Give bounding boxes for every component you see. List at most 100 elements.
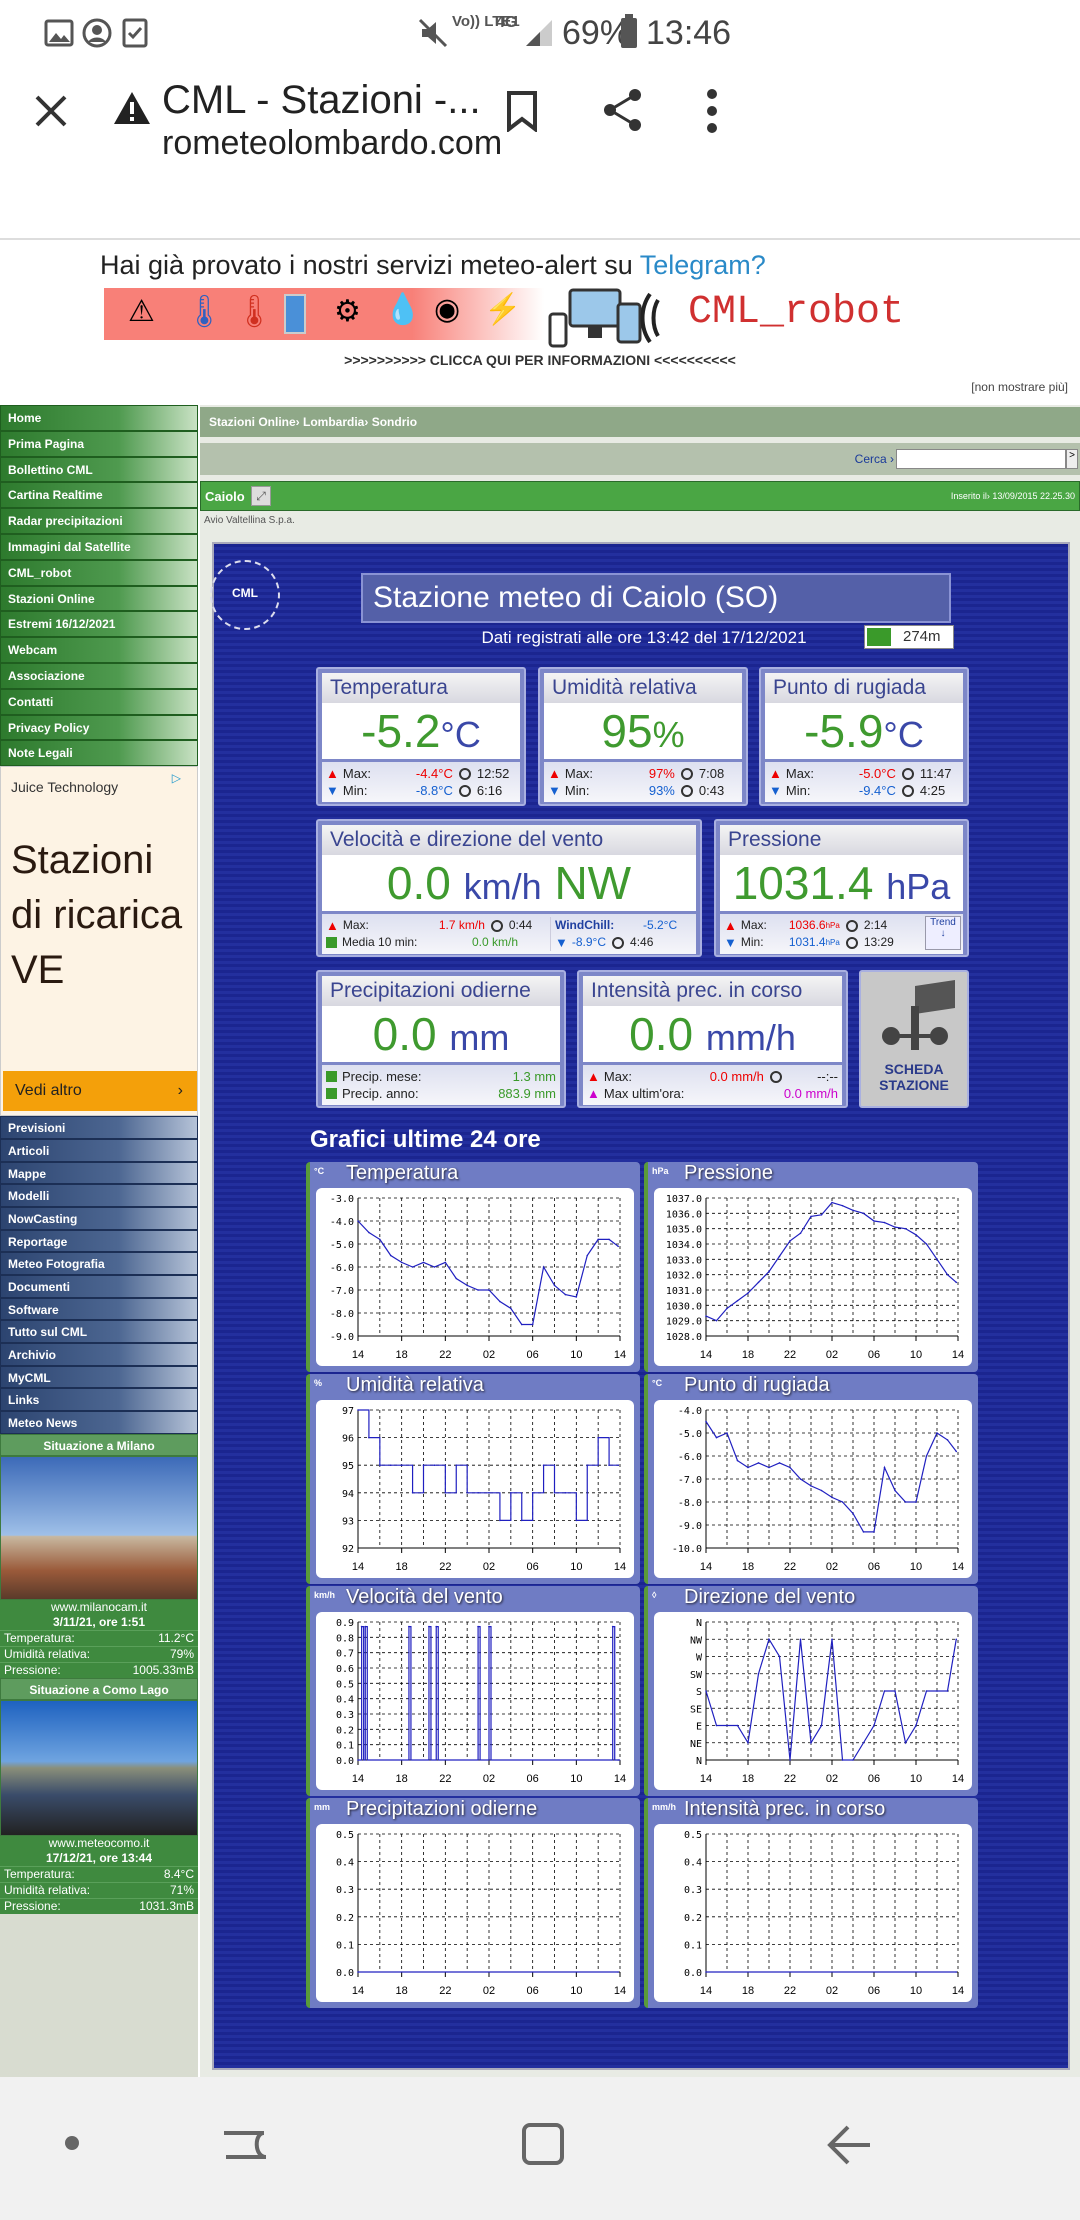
sidebar-item-tutto-sul-cml[interactable]: Tutto sul CML [0, 1320, 198, 1344]
close-icon[interactable] [34, 94, 68, 128]
data-point [455, 1464, 458, 1466]
chart-7: mm Precipitazioni odierne 0.5 0.4 0.3 0.2 0.1 0… [306, 1798, 640, 2008]
sidebar-nav-main: Home Prima Pagina Bollettino CML Cartina Re… [0, 405, 198, 767]
sidebar-item-webcam[interactable]: Webcam [0, 637, 198, 663]
x-tick-label: 02 [483, 1561, 495, 1573]
webcam-reading: Temperatura: 8.4°C [0, 1865, 198, 1882]
ad-choices-icon[interactable]: ▷ [172, 771, 181, 785]
sidebar-item-associazione[interactable]: Associazione [0, 662, 198, 689]
charts-title: Grafici ultime 24 ore [310, 1126, 541, 1153]
sidebar-item-estremi-16-12-2021[interactable]: Estremi 16/12/2021 [0, 611, 198, 638]
x-tick-label: 02 [826, 1773, 838, 1785]
sidebar-item-bollettino-cml[interactable]: Bollettino CML [0, 456, 198, 483]
breadcrumb-item[interactable]: Lombardia [303, 415, 364, 429]
clock-icon [612, 936, 625, 949]
warning-icon[interactable] [112, 90, 152, 126]
panel-label: Precipitazioni odierne [322, 976, 560, 1006]
chart-8: mm/h Intensità prec. in corso 0.5 0.4 0.3 0.2… [644, 1798, 978, 2008]
recents-icon[interactable] [220, 2123, 270, 2167]
panel-label: Velocità e direzione del vento [322, 825, 696, 855]
y-tick-label: 1030.0 [666, 1301, 702, 1312]
data-point [820, 1489, 823, 1492]
data-point [936, 1258, 938, 1261]
back-icon[interactable] [826, 2123, 872, 2167]
clock: 13:46 [646, 14, 732, 52]
breadcrumb-item[interactable]: Sondrio [372, 415, 417, 429]
webcam-image[interactable] [0, 1699, 198, 1836]
sidebar-item-previsioni[interactable]: Previsioni [0, 1116, 198, 1139]
webcam-site[interactable]: www.meteocomo.it [0, 1836, 198, 1851]
search-input[interactable] [896, 449, 1066, 469]
sidebar-item-links[interactable]: Links [0, 1388, 198, 1412]
ad-block[interactable]: Juice Technology ▷ Stazioni di ricarica … [0, 766, 198, 1117]
telegram-banner[interactable]: Hai già provato i nostri servizi meteo-a… [0, 242, 1080, 405]
sidebar-item-mycml[interactable]: MyCML [0, 1365, 198, 1389]
more-options-icon[interactable] [706, 88, 718, 134]
telegram-link[interactable]: Telegram? [640, 250, 766, 280]
trend-button[interactable]: Trend ↓ [925, 916, 961, 950]
data-point [389, 1254, 392, 1257]
x-tick-label: 06 [527, 1985, 539, 1997]
sidebar-item-mappe[interactable]: Mappe [0, 1161, 198, 1185]
breadcrumb-item[interactable]: Stazioni Online [209, 415, 296, 429]
data-point [499, 1519, 501, 1522]
ad-cta-button[interactable]: Vedi altro › [3, 1071, 197, 1112]
sidebar-item-cartina-realtime[interactable]: Cartina Realtime [0, 482, 198, 509]
data-point [904, 1501, 907, 1503]
data-point [894, 1226, 896, 1228]
share-icon[interactable] [602, 88, 644, 132]
data-point [715, 1724, 718, 1727]
x-tick-label: 10 [570, 1773, 582, 1785]
search-submit-button[interactable]: > [1066, 449, 1078, 469]
sidebar-item-meteo-fotografia[interactable]: Meteo Fotografia [0, 1252, 198, 1275]
sidebar-item-cml-robot[interactable]: CML_robot [0, 559, 198, 586]
sidebar-item-note-legali[interactable]: Note Legali [0, 740, 198, 767]
dismiss-banner-link[interactable]: [non mostrare più] [971, 380, 1068, 394]
sidebar-item-home[interactable]: Home [0, 405, 198, 431]
data-point [477, 1625, 479, 1628]
sidebar-item-radar-precipitazioni[interactable]: Radar precipitazioni [0, 508, 198, 534]
fullscreen-icon[interactable]: ⤢ [251, 486, 271, 506]
data-point [368, 1436, 370, 1439]
y-tick-label: 0.5 [336, 1830, 354, 1841]
temperature-panel: Temperatura -5.2°C ▲ Max: -4.4°C 12:52 ▼ Min… [316, 667, 526, 806]
webcam-site[interactable]: www.milanocam.it [0, 1600, 198, 1615]
sidebar-item-documenti[interactable]: Documenti [0, 1274, 198, 1298]
webcam-image[interactable] [0, 1455, 198, 1600]
sidebar-item-immagini-dal-satellite[interactable]: Immagini dal Satellite [0, 533, 198, 560]
page-title[interactable]: CML - Stazioni -... [162, 78, 481, 123]
y-tick-label: -10.0 [672, 1544, 702, 1555]
data-point [873, 1724, 875, 1727]
x-tick-label: 14 [700, 1349, 712, 1361]
sidebar-item-privacy-policy[interactable]: Privacy Policy [0, 714, 198, 741]
sidebar-item-modelli[interactable]: Modelli [0, 1184, 198, 1207]
page-url[interactable]: rometeolombardo.com [162, 124, 502, 163]
bookmark-icon[interactable] [506, 90, 538, 132]
sidebar-item-articoli[interactable]: Articoli [0, 1138, 198, 1162]
overview-icon[interactable] [520, 2121, 566, 2167]
y-tick-label: 93 [342, 1516, 354, 1527]
sidebar-item-software[interactable]: Software [0, 1297, 198, 1321]
banner-cta-link[interactable]: >>>>>>>>>> CLICCA QUI PER INFORMAZIONI <… [0, 352, 1080, 368]
webcam-date: 3/11/21, ore 1:51 [52, 1614, 146, 1629]
chart-title: Direzione del vento [684, 1586, 856, 1608]
x-tick-label: 10 [910, 1773, 922, 1785]
station-sheet-button[interactable]: SCHEDA STAZIONE [859, 970, 969, 1108]
webcam-info: www.meteocomo.it 17/12/21, ore 13:44 Tempe… [0, 1835, 198, 1914]
y-tick-label: 1035.0 [666, 1225, 702, 1236]
sidebar-item-prima-pagina[interactable]: Prima Pagina [0, 430, 198, 457]
sidebar-item-archivio[interactable]: Archivio [0, 1343, 198, 1366]
y-tick-label: N [696, 1618, 702, 1629]
sidebar-item-meteo-news[interactable]: Meteo News [0, 1411, 198, 1434]
data-point [488, 1289, 490, 1291]
rain-value: 0.0 mm [322, 1006, 560, 1062]
sidebar-item-stazioni-online[interactable]: Stazioni Online [0, 585, 198, 612]
sidebar-item-nowcasting[interactable]: NowCasting [0, 1206, 198, 1230]
y-tick-label: SW [690, 1670, 703, 1681]
sidebar-item-contatti[interactable]: Contatti [0, 688, 198, 715]
chart-title: Umidità relativa [346, 1374, 484, 1396]
y-tick-label: 1036.0 [666, 1209, 702, 1220]
sidebar-item-reportage[interactable]: Reportage [0, 1229, 198, 1253]
home-dot-icon[interactable] [64, 2135, 80, 2151]
ad-headline[interactable]: Stazioni di ricarica VE [11, 833, 191, 998]
